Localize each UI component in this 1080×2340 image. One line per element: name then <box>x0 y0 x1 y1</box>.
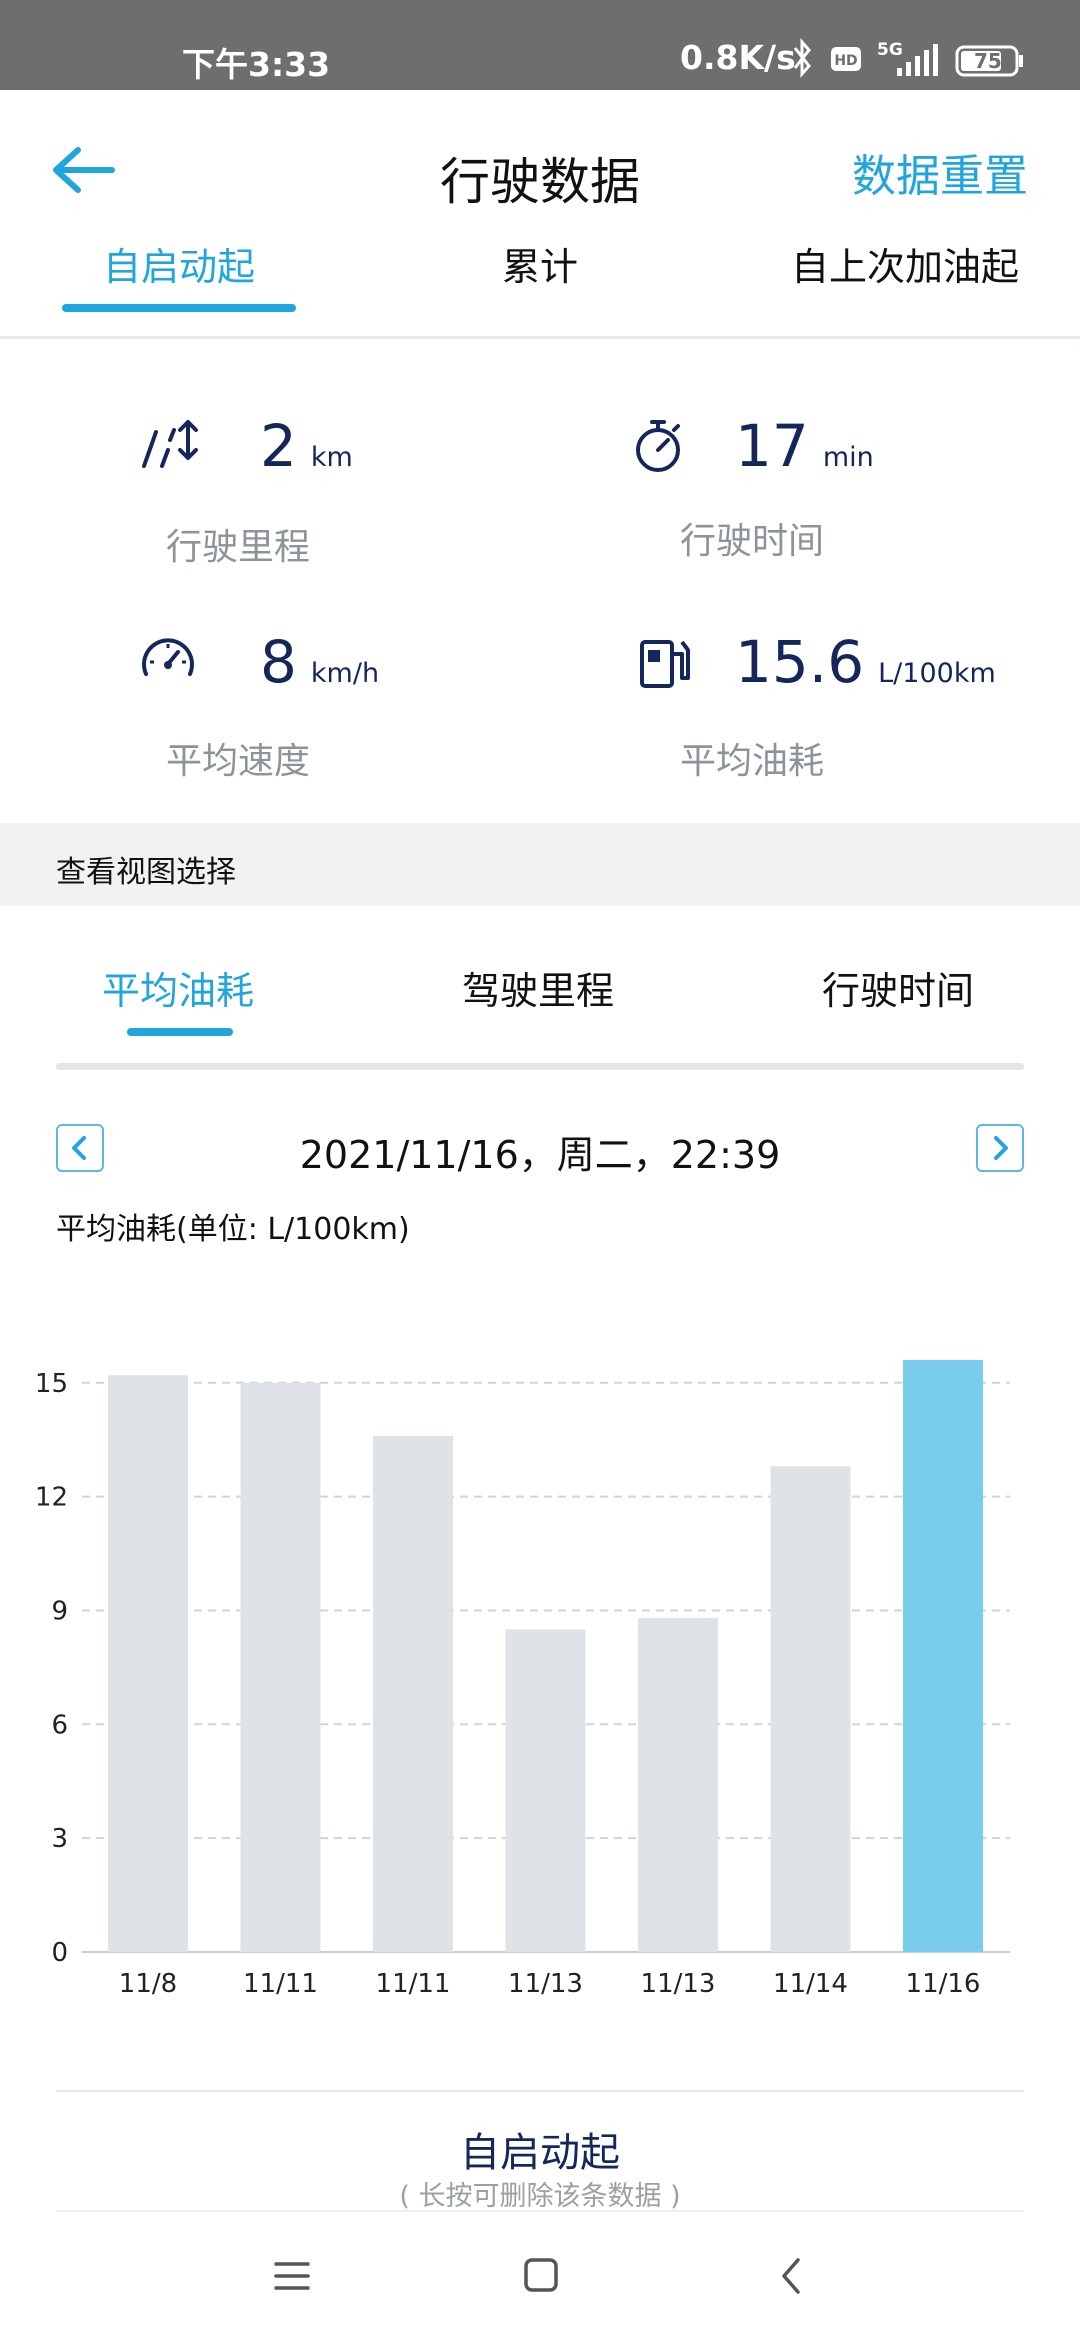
header-divider <box>0 336 1080 339</box>
system-nav-bar <box>0 2212 1080 2340</box>
x-tick-label: 11/13 <box>508 1969 583 1999</box>
bar <box>240 1382 321 1952</box>
tab-since-start[interactable]: 自启动起 <box>62 236 296 291</box>
y-tick-label: 15 <box>35 1369 68 1399</box>
record-title[interactable]: 自启动起 <box>0 2120 1080 2178</box>
network-speed: 0.8K/s <box>680 38 796 77</box>
fuel-bar-chart: 0 3 6 9 12 15 11/8 11/11 11/11 11/13 11/13 11/14 11/… <box>35 1360 1010 1999</box>
delete-hint: ( 长按可删除该条数据 ) <box>399 2181 681 2212</box>
footer-divider <box>56 2090 1024 2092</box>
speed-value-group: 8 km/h <box>260 628 379 696</box>
app-header: 行驶数据 数据重置 自启动起 累计 自上次加油起 <box>0 90 1080 340</box>
x-tick-label: 11/13 <box>641 1969 716 1999</box>
x-tick-label: 11/14 <box>773 1969 848 1999</box>
next-button[interactable] <box>976 1124 1024 1172</box>
chevron-right-icon <box>994 1136 1008 1160</box>
bar <box>638 1618 718 1952</box>
bar <box>770 1466 851 1952</box>
x-tick-label: 11/16 <box>906 1969 981 1999</box>
y-tick-label: 3 <box>51 1824 68 1854</box>
chart-title: 平均油耗(单位: L/100km) <box>56 1212 410 1247</box>
road-icon <box>142 420 198 468</box>
tab-distance[interactable]: 驾驶里程 <box>462 960 614 1015</box>
back-nav-icon[interactable] <box>776 2256 806 2296</box>
home-icon[interactable] <box>522 2256 560 2294</box>
status-bar: 下午3:33 0.8K/s HD 5G 75 <box>0 0 1080 90</box>
time-value: 17 <box>735 412 809 480</box>
x-tick-label: 11/11 <box>376 1969 451 1999</box>
time-label: 行驶时间 <box>680 521 825 562</box>
speedometer-icon <box>142 638 194 676</box>
record-date: 2021/11/16，周二，22:39 <box>299 1133 781 1177</box>
y-tick-label: 9 <box>51 1596 68 1626</box>
tab-cumulative[interactable]: 累计 <box>440 236 640 291</box>
speed-value: 8 <box>260 628 297 696</box>
svg-text:HD: HD <box>834 53 857 69</box>
reset-data-button[interactable]: 数据重置 <box>852 140 1028 204</box>
x-tick-label: 11/11 <box>243 1969 318 1999</box>
active-tab-indicator <box>62 304 296 312</box>
hd-icon: HD <box>831 47 861 71</box>
bar <box>903 1360 983 1952</box>
y-tick-label: 6 <box>51 1710 68 1740</box>
fuel-value: 15.6 <box>735 628 865 696</box>
view-select-label: 查看视图选择 <box>56 855 236 890</box>
fuel-unit: L/100km <box>878 658 996 689</box>
distance-label: 行驶里程 <box>166 527 311 568</box>
view-select-bar: 查看视图选择 <box>0 823 1080 906</box>
y-tick-label: 0 <box>51 1938 68 1968</box>
distance-value-group: 2 km <box>260 412 353 480</box>
fuel-pump-icon <box>640 640 690 688</box>
view-divider <box>56 1063 1024 1070</box>
tab-avg-fuel[interactable]: 平均油耗 <box>102 960 254 1015</box>
bluetooth-icon <box>793 38 811 78</box>
distance-value: 2 <box>260 412 297 480</box>
speed-label: 平均速度 <box>166 741 311 782</box>
battery-level: 75 <box>974 49 1002 73</box>
fuel-value-group: 15.6 L/100km <box>735 628 996 696</box>
tab-since-refuel[interactable]: 自上次加油起 <box>770 236 1040 291</box>
y-tick-label: 12 <box>35 1483 68 1513</box>
status-time: 下午3:33 <box>182 45 331 84</box>
active-view-indicator <box>127 1028 233 1036</box>
bar <box>373 1435 453 1952</box>
bar <box>505 1629 586 1952</box>
speed-unit: km/h <box>310 658 380 689</box>
x-tick-label: 11/8 <box>119 1969 177 1999</box>
menu-icon[interactable] <box>272 2258 312 2294</box>
bar <box>108 1375 188 1952</box>
distance-unit: km <box>310 442 353 473</box>
time-value-group: 17 min <box>735 412 874 480</box>
signal-icon <box>897 44 938 76</box>
stopwatch-icon <box>636 420 680 472</box>
tab-drive-time[interactable]: 行驶时间 <box>822 960 974 1015</box>
fuel-label: 平均油耗 <box>680 741 825 782</box>
time-unit: min <box>822 442 874 473</box>
